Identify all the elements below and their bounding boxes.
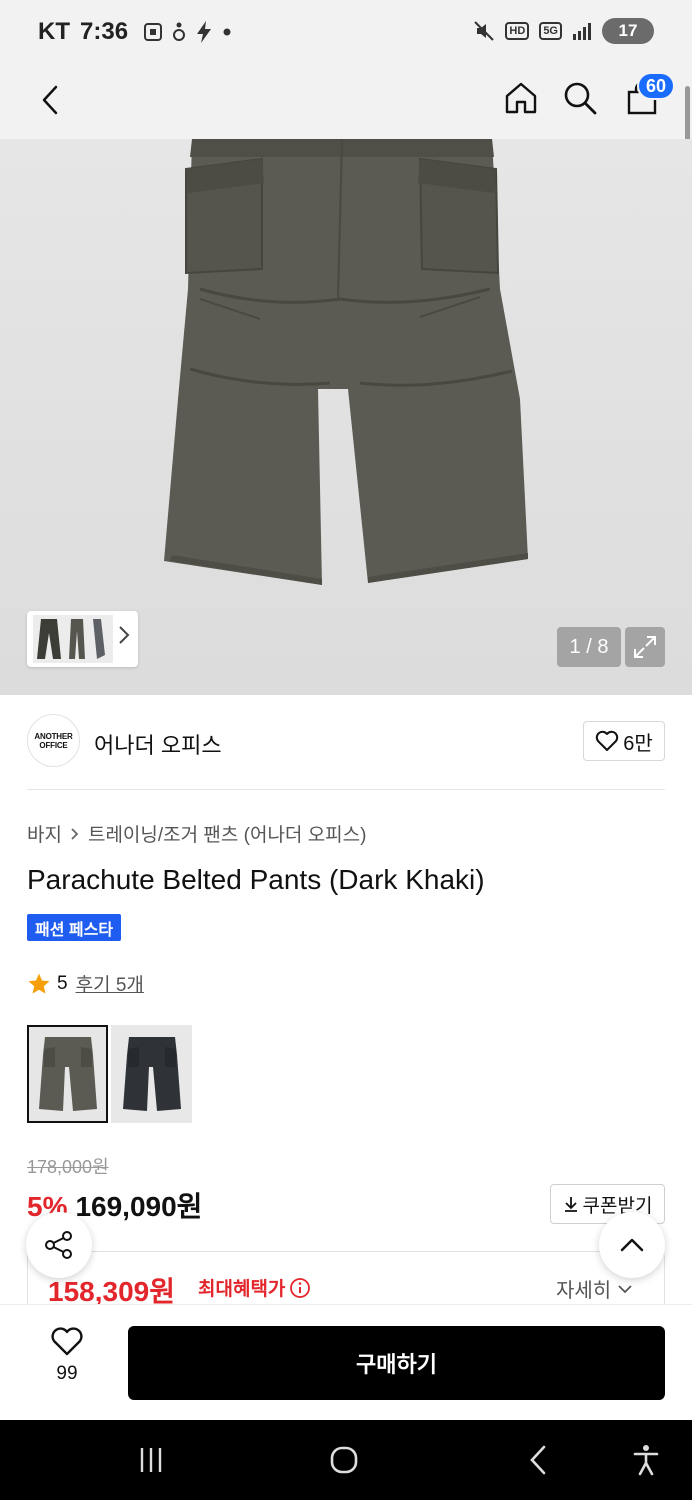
share-icon: [45, 1231, 72, 1259]
app-header: [0, 64, 692, 139]
brand-logo[interactable]: ANOTHER OFFICE: [27, 714, 80, 767]
review-count-link[interactable]: 후기 5개: [76, 970, 144, 997]
chevron-right-icon: [118, 625, 130, 651]
back-arrow-icon: [42, 85, 58, 115]
promo-badge: 패션 페스타: [27, 914, 122, 941]
status-right: HD 5G 17: [473, 18, 654, 44]
color-option-khaki[interactable]: [27, 1025, 108, 1123]
max-benefit-text: 최대혜택가: [198, 1279, 286, 1300]
signal-icon: [573, 23, 591, 40]
back-nav-button[interactable]: [514, 1436, 562, 1484]
chevron-right-icon: [71, 827, 79, 840]
purchase-action-bar: 99 구매하기: [0, 1304, 692, 1420]
home-icon: [505, 82, 537, 114]
accessibility-icon: [173, 22, 186, 41]
brand-logo-line1: ANOTHER: [34, 731, 73, 741]
brand-name[interactable]: 어나더 오피스: [94, 728, 222, 760]
carrier: KT: [38, 18, 70, 45]
status-icons-left: [142, 20, 232, 44]
wishlist-count: 99: [56, 1363, 78, 1384]
chevron-up-icon: [620, 1238, 644, 1252]
search-button[interactable]: [556, 74, 604, 122]
heart-icon: [51, 1327, 83, 1356]
breadcrumb-item[interactable]: 트레이닝/조거 팬츠 (어나더 오피스): [88, 820, 367, 847]
system-navigation-bar: [0, 1420, 692, 1500]
image-counter: 1 / 8: [557, 627, 621, 667]
download-icon: [564, 1197, 577, 1212]
status-left: KT 7:36: [38, 18, 232, 46]
scroll-to-top-button[interactable]: [599, 1212, 665, 1278]
accessibility-person-icon: [633, 1445, 659, 1476]
recent-apps-icon: [140, 1448, 162, 1472]
home-circle-icon: [330, 1446, 358, 1474]
dot-icon: [223, 28, 231, 36]
share-button[interactable]: [26, 1212, 92, 1278]
brand-logo-line2: OFFICE: [39, 740, 68, 750]
info-icon[interactable]: [289, 1277, 311, 1299]
hd-badge: HD: [505, 22, 530, 40]
product-title: Parachute Belted Pants (Dark Khaki): [27, 864, 485, 895]
divider: [27, 789, 665, 790]
max-benefit-label: 최대혜택가: [198, 1274, 311, 1301]
clock: 7:36: [80, 18, 129, 45]
thumbnail-strip[interactable]: [27, 611, 138, 667]
cart-count-badge: 60: [637, 72, 675, 100]
breadcrumb: 바지 트레이닝/조거 팬츠 (어나더 오피스): [27, 820, 366, 847]
brand-like-count: 6만: [623, 732, 653, 755]
rating-summary[interactable]: 5 후기 5개: [27, 970, 144, 997]
product-image-gallery[interactable]: 1 / 8: [0, 139, 692, 695]
expand-button[interactable]: [625, 627, 665, 667]
buy-button[interactable]: 구매하기: [128, 1326, 665, 1400]
brand-like-button[interactable]: 6만: [583, 721, 665, 761]
mute-icon: [474, 21, 495, 41]
chevron-down-icon: [618, 1284, 632, 1293]
lightning-icon: [197, 21, 212, 43]
original-price: 178,000원: [27, 1157, 109, 1177]
battery-icon: 17: [602, 18, 654, 44]
heart-icon: [596, 730, 619, 751]
network-type: 5G: [539, 22, 562, 40]
home-button[interactable]: [497, 74, 545, 122]
color-option-image: [29, 1027, 106, 1121]
thumbnail-image: [33, 615, 113, 663]
search-icon: [564, 82, 597, 115]
back-nav-icon: [530, 1445, 546, 1475]
accessibility-nav-button[interactable]: [622, 1436, 670, 1484]
star-icon: [28, 973, 50, 994]
detail-label: 자세히: [556, 1280, 612, 1302]
back-button[interactable]: [28, 78, 72, 122]
expand-icon: [634, 636, 656, 658]
benefit-detail-toggle[interactable]: 자세히: [556, 1274, 633, 1303]
color-option-charcoal[interactable]: [111, 1025, 192, 1123]
battery-level: 17: [618, 21, 638, 40]
status-bar: KT 7:36 HD 5G 17: [0, 0, 692, 64]
home-nav-button[interactable]: [320, 1436, 368, 1484]
recent-apps-button[interactable]: [127, 1436, 175, 1484]
wishlist-button[interactable]: 99: [40, 1327, 94, 1385]
rating-score: 5: [57, 972, 68, 994]
breadcrumb-item[interactable]: 바지: [27, 820, 62, 847]
screenshot-icon: [144, 23, 163, 41]
sale-price: 169,090원: [75, 1191, 203, 1222]
color-option-image: [111, 1025, 192, 1123]
